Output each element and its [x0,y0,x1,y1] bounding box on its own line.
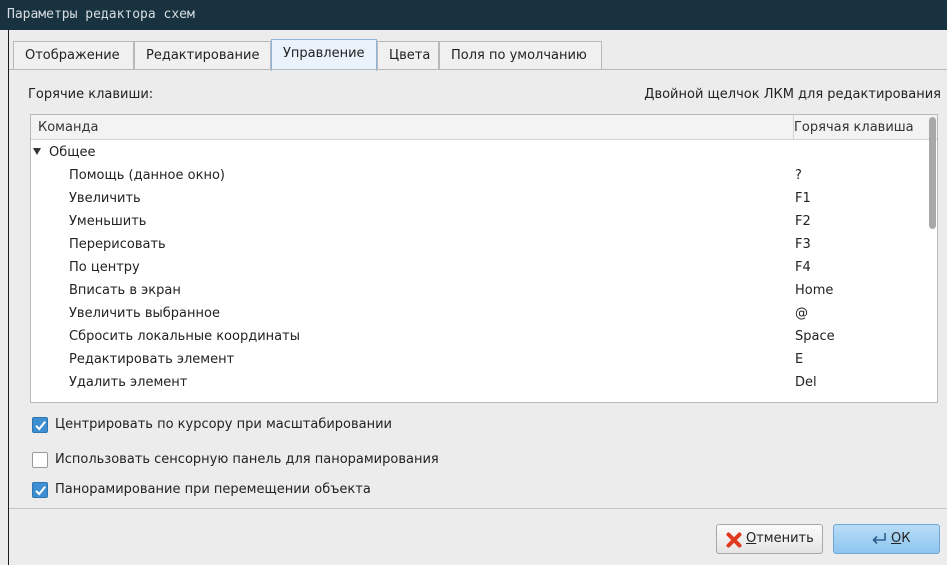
tree-row[interactable]: Удалить элемент Del [31,371,921,394]
vertical-scrollbar[interactable] [929,117,936,229]
hotkey-value: F4 [795,260,811,275]
tree-row[interactable]: Увеличить F1 [31,187,921,210]
checkbox-touchpad-pan[interactable] [32,452,48,468]
command-label: Увеличить [69,191,141,206]
expand-arrow-icon[interactable] [33,148,41,155]
hotkeys-tree[interactable]: Команда Горячая клавиша Общее Помощь (да… [30,114,938,403]
tree-row[interactable]: Редактировать элемент E [31,348,921,371]
ok-label: ОК [891,531,911,546]
command-label: Сбросить локальные координаты [69,329,300,344]
hotkeys-label: Горячие клавиши: [28,87,154,102]
hotkey-value: Del [795,375,817,390]
tree-row[interactable]: Уменьшить F2 [31,210,921,233]
command-label: По центру [69,260,140,275]
tab-editing[interactable]: Редактирование [134,41,271,70]
tree-header: Команда Горячая клавиша [31,115,937,140]
command-label: Уменьшить [69,214,147,229]
command-label: Помощь (данное окно) [69,168,225,183]
column-header-command[interactable]: Команда [38,115,98,140]
hotkey-value: Space [795,329,835,344]
hotkey-value: E [795,352,804,367]
option-label: Панорамирование при перемещении объекта [55,482,371,497]
cancel-label: Отменить [746,531,814,546]
hotkey-value: @ [795,306,808,321]
enter-arrow-icon [869,530,889,558]
command-label: Редактировать элемент [69,352,235,367]
option-label: Центрировать по курсору при масштабирова… [55,417,393,432]
checkbox-pan-while-moving[interactable] [32,482,48,498]
window-titlebar: Параметры редактора схем [0,0,947,30]
tree-group-row[interactable]: Общее [31,141,921,164]
cancel-button[interactable]: Отменить [716,524,823,554]
cancel-x-icon [726,531,742,559]
hotkey-value: Home [795,283,834,298]
hotkey-value: F3 [795,237,811,252]
command-label: Удалить элемент [69,375,188,390]
tab-display[interactable]: Отображение [13,41,134,70]
option-label: Использовать сенсорную панель для панора… [55,452,439,467]
tree-row[interactable]: Сбросить локальные координаты Space [31,325,921,348]
settings-dialog: Отображение Редактирование Управление Цв… [8,30,947,565]
tree-row[interactable]: Вписать в экран Home [31,279,921,302]
column-header-hotkey[interactable]: Горячая клавиша [794,115,914,140]
tree-row[interactable]: По центру F4 [31,256,921,279]
command-label: Вписать в экран [69,283,181,298]
tree-row[interactable]: Помощь (данное окно)? [31,164,921,187]
tree-rows: Общее Помощь (данное окно)? Увеличить F1 … [31,141,921,394]
tree-row[interactable]: Увеличить выбранное @ [31,302,921,325]
group-label: Общее [49,145,96,160]
tab-control[interactable]: Управление [271,39,377,71]
tab-default-fields[interactable]: Поля по умолчанию [439,41,602,70]
checkbox-center-on-cursor[interactable] [32,417,48,433]
window-title: Параметры редактора схем [7,7,195,22]
hotkey-value: ? [795,168,802,183]
command-label: Увеличить выбранное [69,306,220,321]
checkmark-icon [35,420,46,431]
hotkey-value: F2 [795,214,811,229]
tree-row[interactable]: Перерисовать F3 [31,233,921,256]
ok-button[interactable]: ОК [833,524,940,554]
command-label: Перерисовать [69,237,166,252]
tab-colors[interactable]: Цвета [377,41,439,70]
hotkeys-hint: Двойной щелчок ЛКМ для редактирования [644,87,941,102]
checkmark-icon [35,485,46,496]
hotkey-value: F1 [795,191,811,206]
